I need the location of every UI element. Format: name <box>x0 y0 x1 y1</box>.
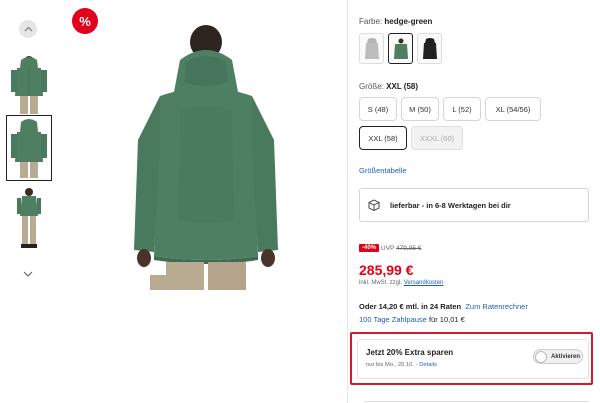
green-jacket-icon <box>393 38 408 59</box>
toggle-knob <box>535 350 547 363</box>
payment-pause-link[interactable]: 100 Tage Zahlpause <box>359 315 427 324</box>
promo-card: Jetzt 20% Extra sparen nur bis Mo., 20.1… <box>357 339 589 379</box>
size-option-l[interactable]: L (52) <box>443 97 481 121</box>
delivery-info: lieferbar - in 6-8 Werktagen bei dir <box>359 188 589 222</box>
panel-divider <box>347 0 348 403</box>
uvp-price: UVP 479,95 € <box>381 245 422 252</box>
scroll-down-button[interactable] <box>21 268 35 280</box>
toggle-label: Aktivieren <box>551 353 581 360</box>
installment-calculator-link[interactable]: Zum Ratenrechner <box>465 302 528 311</box>
chevron-up-icon <box>24 26 32 32</box>
thumbnail-front[interactable] <box>7 52 51 116</box>
color-swatch-grey[interactable] <box>359 33 384 64</box>
size-table-link[interactable]: Größentabelle <box>359 166 407 175</box>
black-jacket-icon <box>422 37 437 59</box>
shipping-cost-link[interactable]: Versandkosten <box>404 280 444 286</box>
chevron-down-icon <box>23 271 33 277</box>
main-product-image[interactable] <box>120 20 290 290</box>
color-swatch-black[interactable] <box>417 33 442 64</box>
promo-title: Jetzt 20% Extra sparen <box>366 348 454 357</box>
package-icon <box>368 199 380 211</box>
size-option-xl[interactable]: XL (54/56) <box>485 97 541 121</box>
jacket-full-thumbnail-image <box>7 186 51 250</box>
size-value: XXL (58) <box>386 82 419 91</box>
discount-badge: -40% <box>359 244 380 252</box>
current-price: 285,99 € <box>359 262 414 278</box>
size-option-xxl[interactable]: XXL (58) <box>359 126 407 150</box>
thumbnail-full[interactable] <box>7 186 51 250</box>
color-swatch-hedge-green[interactable] <box>388 33 413 64</box>
payment-pause-info: 100 Tage Zahlpause für 10,01 € <box>359 315 465 324</box>
delivery-text: lieferbar - in 6-8 Werktagen bei dir <box>390 200 511 210</box>
size-option-xxxl[interactable]: XXXL (60) <box>411 126 463 150</box>
sale-badge: % <box>72 8 98 34</box>
thumbnail-rail <box>0 0 60 403</box>
size-label: Größe: XXL (58) <box>359 82 419 91</box>
size-option-s[interactable]: S (48) <box>359 97 397 121</box>
color-label: Farbe: hedge-green <box>359 17 433 26</box>
installment-info: Oder 14,20 € mtl. in 24 Raten Zum Ratenr… <box>359 302 528 311</box>
jacket-back-image <box>134 25 278 290</box>
jacket-front-thumbnail-image <box>7 52 51 116</box>
color-value: hedge-green <box>384 17 433 26</box>
promo-subtitle: nur bis Mo., 20.10. - Details <box>366 362 437 368</box>
tax-note: inkl. MwSt. zzgl. Versandkosten <box>359 280 444 286</box>
jacket-back-thumbnail-image <box>7 116 51 180</box>
promo-activate-toggle[interactable]: Aktivieren <box>533 349 583 364</box>
grey-jacket-icon <box>364 37 379 59</box>
bottom-divider <box>364 401 589 402</box>
scroll-up-button[interactable] <box>19 20 37 38</box>
promo-details-link[interactable]: Details <box>419 362 437 368</box>
thumbnail-back[interactable] <box>6 115 52 181</box>
size-option-m[interactable]: M (50) <box>401 97 439 121</box>
